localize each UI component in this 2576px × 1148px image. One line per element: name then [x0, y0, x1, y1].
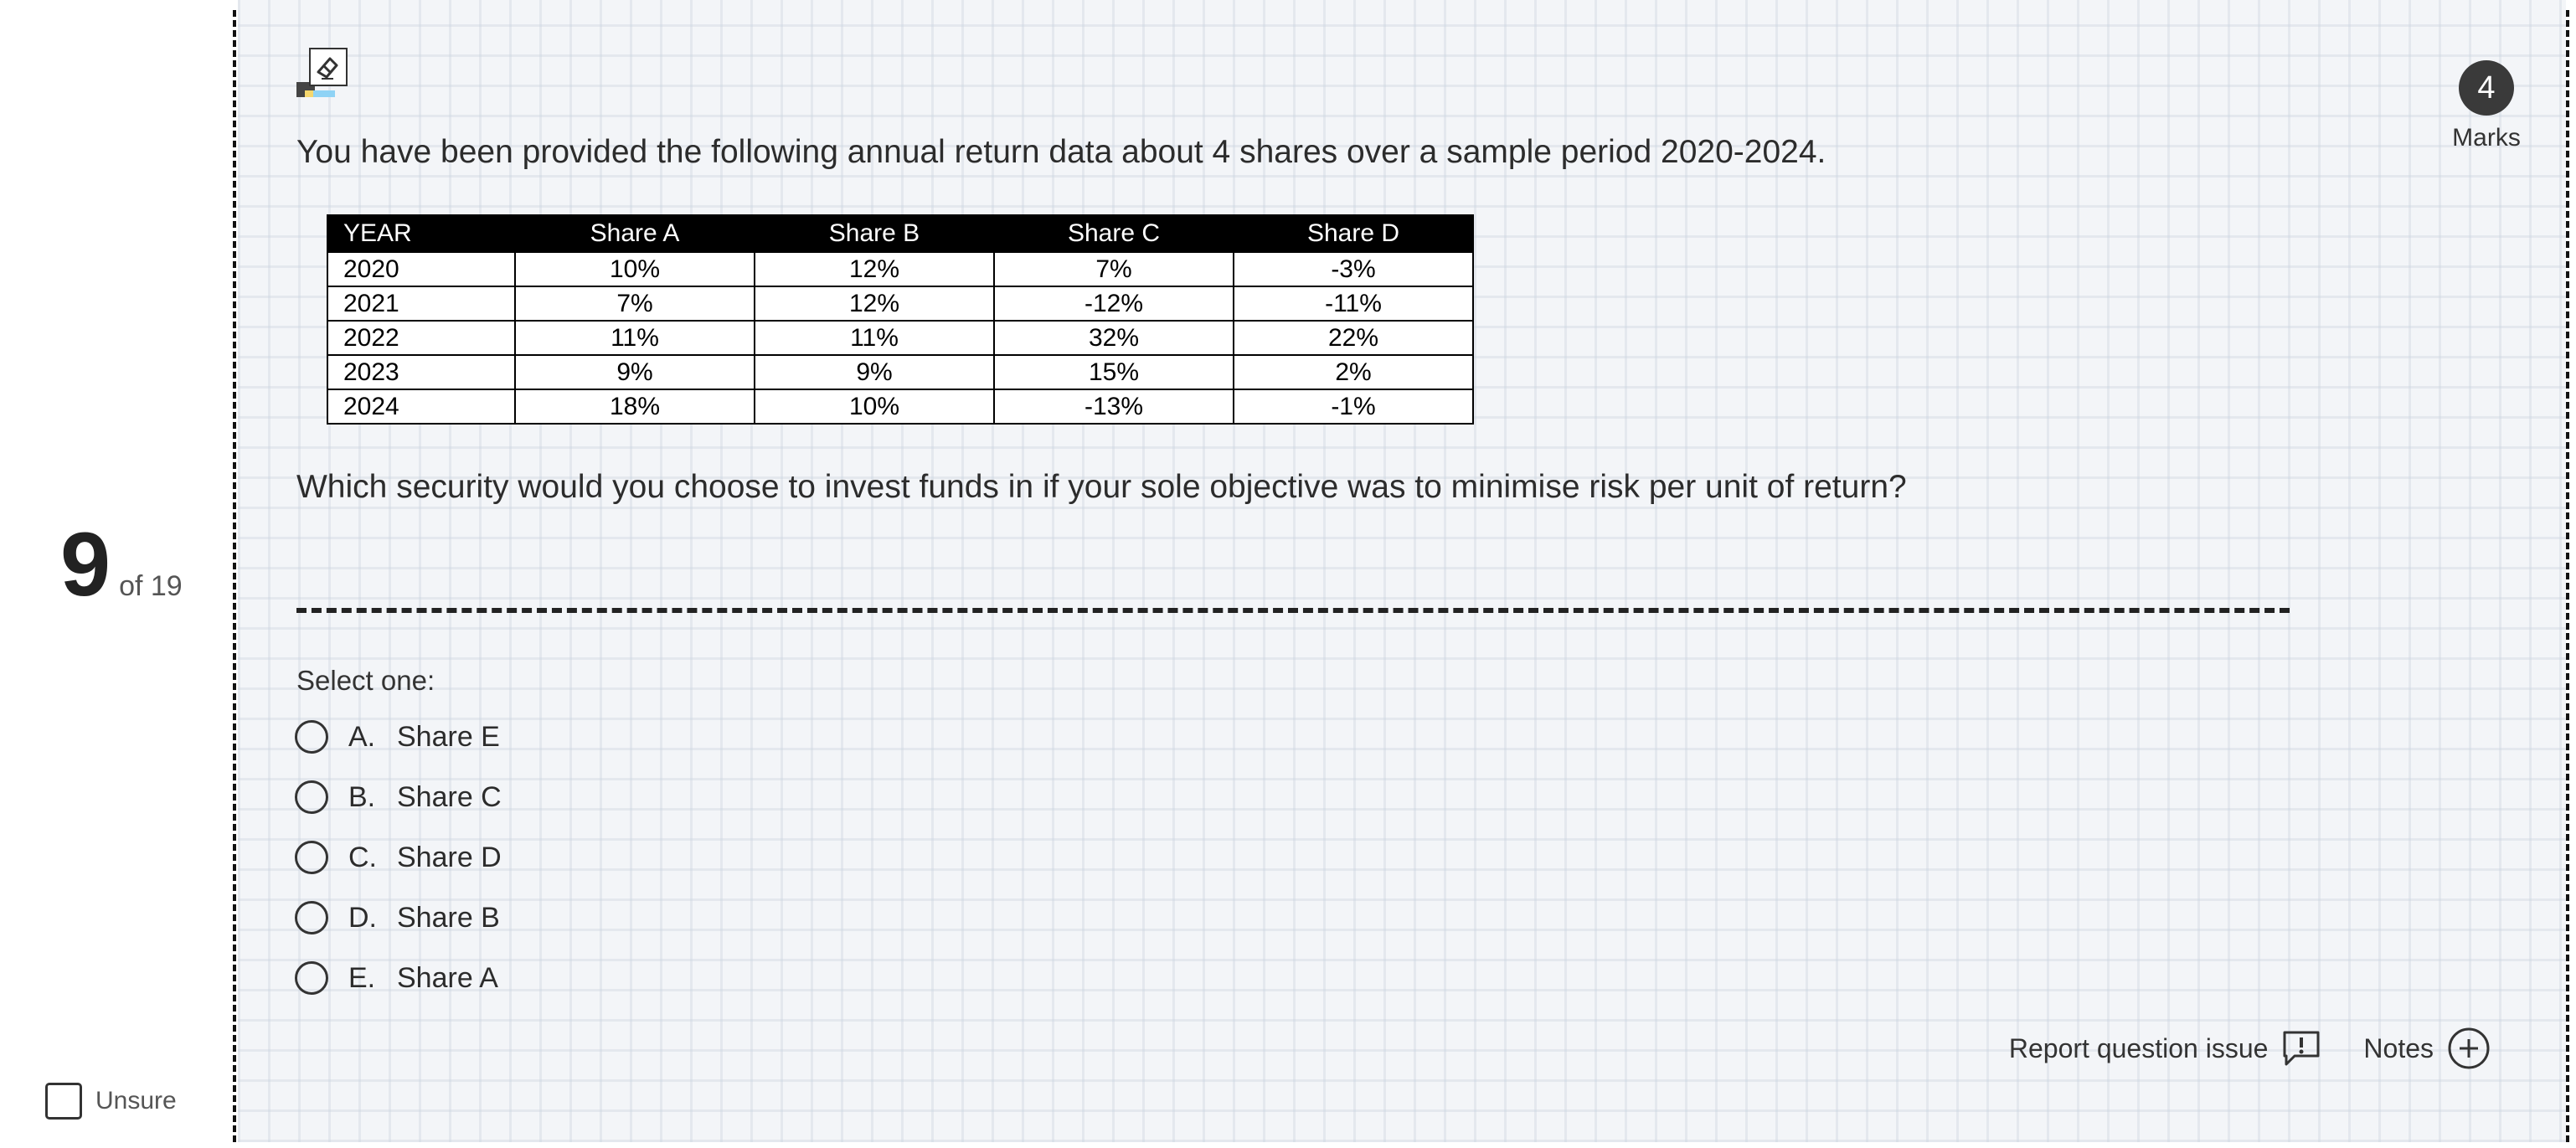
table-row: 2024 18% 10% -13% -1% — [327, 389, 1474, 425]
marks-badge: 4 Marks — [2440, 60, 2532, 152]
option-text: Share B — [397, 901, 500, 934]
eraser-pencil-icon[interactable] — [296, 47, 348, 99]
table-cell: 2020 — [327, 251, 516, 287]
column-header: Share C — [993, 214, 1234, 253]
answer-option-d[interactable]: D. Share B — [295, 898, 502, 938]
table-cell: 7% — [993, 251, 1234, 287]
question-footer: Report question issue Notes — [2009, 1027, 2491, 1070]
left-divider — [233, 10, 236, 1142]
table-cell: 12% — [754, 251, 995, 287]
column-header: Share D — [1233, 214, 1474, 253]
table-cell: 11% — [514, 320, 755, 356]
table-row: 2022 11% 11% 32% 22% — [327, 320, 1474, 356]
option-text: Share E — [397, 720, 500, 753]
marks-value: 4 — [2459, 60, 2514, 116]
question-counter: 9 of 19 — [60, 519, 183, 610]
notes-button[interactable]: Notes — [2363, 1027, 2491, 1070]
option-letter: B. — [348, 780, 376, 813]
column-header: Share B — [754, 214, 995, 253]
table-cell: 22% — [1233, 320, 1474, 356]
question-sidebar: 9 of 19 Unsure — [0, 0, 233, 1148]
marks-label: Marks — [2452, 124, 2521, 152]
unsure-toggle[interactable]: Unsure — [45, 1083, 177, 1120]
table-cell: 10% — [514, 251, 755, 287]
right-divider — [2566, 10, 2569, 1142]
table-header-row: YEAR Share A Share B Share C Share D — [327, 214, 1474, 253]
table-cell: 12% — [754, 286, 995, 322]
radio-icon[interactable] — [295, 720, 328, 754]
unsure-checkbox[interactable] — [45, 1083, 82, 1120]
report-issue-label: Report question issue — [2008, 1032, 2269, 1063]
report-flag-icon — [2283, 1031, 2320, 1066]
column-header: Share A — [514, 214, 755, 253]
table-cell: -13% — [993, 389, 1234, 425]
table-cell: 7% — [514, 286, 755, 322]
report-issue-button[interactable]: Report question issue — [2009, 1029, 2322, 1068]
unsure-label: Unsure — [95, 1087, 177, 1115]
answer-option-e[interactable]: E. Share A — [295, 958, 502, 998]
table-cell: 2024 — [327, 389, 516, 425]
table-row: 2021 7% 12% -12% -11% — [327, 286, 1474, 322]
table-cell: 32% — [993, 320, 1234, 356]
question-panel: You have been provided the following ann… — [238, 0, 2566, 1142]
question-number: 9 — [60, 513, 111, 615]
option-letter: C. — [348, 841, 377, 873]
table-row: 2020 10% 12% 7% -3% — [327, 251, 1474, 287]
question-intro: You have been provided the following ann… — [296, 134, 1826, 170]
table-cell: 18% — [514, 389, 755, 425]
dashed-divider — [296, 608, 2290, 613]
table-cell: 2021 — [327, 286, 516, 322]
radio-icon[interactable] — [295, 780, 328, 814]
table-row: 2023 9% 9% 15% 2% — [327, 354, 1474, 390]
notes-label: Notes — [2363, 1032, 2434, 1063]
table-cell: 2022 — [327, 320, 516, 356]
column-header: YEAR — [327, 214, 516, 253]
option-letter: A. — [348, 720, 376, 753]
plus-circle-icon — [2448, 1027, 2490, 1069]
answer-option-c[interactable]: C. Share D — [295, 837, 502, 878]
table-cell: 9% — [754, 354, 995, 390]
option-letter: E. — [348, 961, 376, 994]
answer-option-a[interactable]: A. Share E — [295, 717, 502, 757]
table-cell: -1% — [1233, 389, 1474, 425]
select-one-label: Select one: — [296, 665, 435, 696]
table-cell: 11% — [754, 320, 995, 356]
table-cell: 2023 — [327, 354, 516, 390]
answer-options: A. Share E B. Share C C. Share D D. Shar… — [295, 717, 502, 1018]
table-cell: -12% — [993, 286, 1234, 322]
option-text: Share D — [397, 841, 502, 873]
radio-icon[interactable] — [295, 841, 328, 874]
radio-icon[interactable] — [295, 901, 328, 934]
question-prompt: Which security would you choose to inves… — [296, 469, 1907, 505]
option-text: Share C — [397, 780, 502, 813]
radio-icon[interactable] — [295, 961, 328, 995]
table-cell: -11% — [1233, 286, 1474, 322]
table-cell: 2% — [1233, 354, 1474, 390]
option-letter: D. — [348, 901, 377, 934]
option-text: Share A — [397, 961, 498, 994]
table-cell: 15% — [993, 354, 1234, 390]
table-cell: -3% — [1233, 251, 1474, 287]
answer-option-b[interactable]: B. Share C — [295, 777, 502, 817]
returns-table: YEAR Share A Share B Share C Share D 202… — [327, 214, 1474, 425]
question-total: of 19 — [119, 570, 183, 602]
table-cell: 10% — [754, 389, 995, 425]
table-cell: 9% — [514, 354, 755, 390]
